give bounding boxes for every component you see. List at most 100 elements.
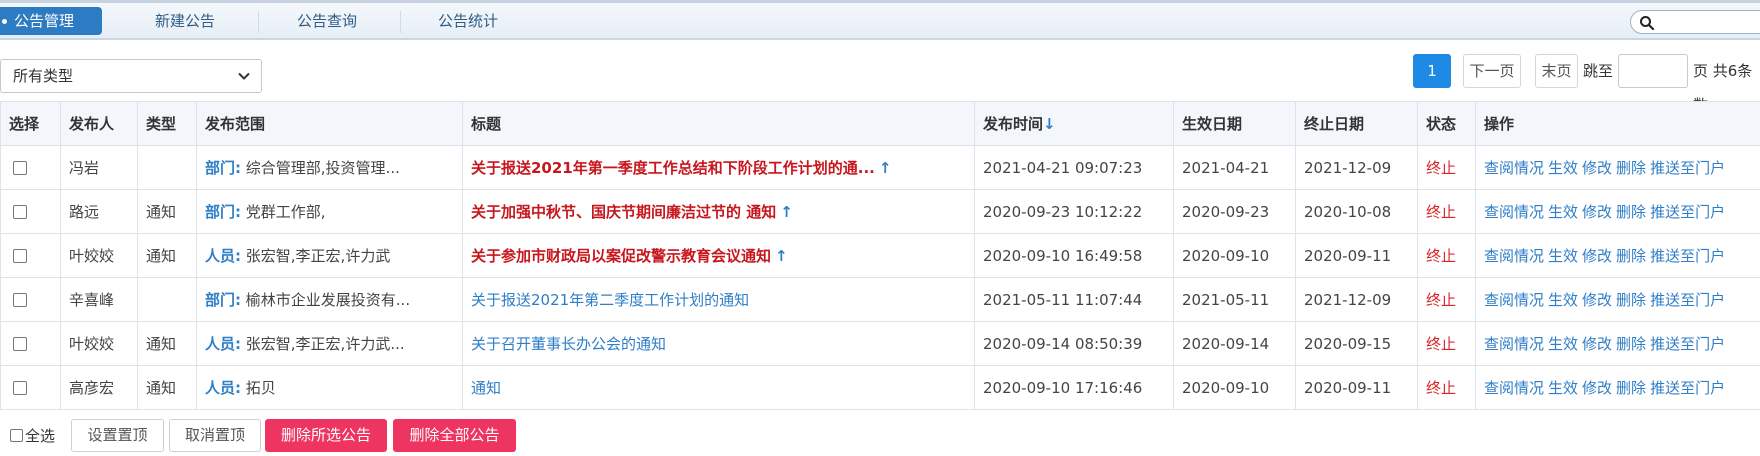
push-to-portal-link[interactable]: 推送至门户 bbox=[1650, 203, 1725, 221]
view-status-link[interactable]: 查阅情况 bbox=[1484, 379, 1544, 397]
tab-label: 公告统计 bbox=[438, 12, 499, 30]
activate-link[interactable]: 生效 bbox=[1548, 291, 1578, 309]
type-filter-select[interactable]: 所有类型 bbox=[0, 59, 262, 93]
row-checkbox[interactable] bbox=[13, 293, 27, 307]
row-select-cell bbox=[0, 233, 61, 278]
delete-link[interactable]: 删除 bbox=[1616, 247, 1646, 265]
title-link[interactable]: 关于召开董事长办公会的通知 bbox=[471, 335, 666, 353]
next-page-button[interactable]: 下一页 bbox=[1463, 54, 1521, 88]
jump-page-input[interactable] bbox=[1618, 54, 1688, 88]
checkbox-icon[interactable] bbox=[10, 429, 23, 442]
col-header-scope: 发布范围 bbox=[196, 101, 463, 146]
scope-value: 拓贝 bbox=[245, 379, 276, 397]
search-input[interactable] bbox=[1630, 10, 1760, 34]
tab-announcement-query[interactable]: 公告查询 bbox=[297, 7, 357, 35]
delete-link[interactable]: 删除 bbox=[1616, 335, 1646, 353]
scope-key-label: 人员: bbox=[205, 247, 241, 265]
row-select-cell bbox=[0, 189, 61, 234]
row-checkbox[interactable] bbox=[13, 337, 27, 351]
select-all-checkbox[interactable]: 全选 bbox=[10, 425, 55, 446]
effective-date-cell: 2020-09-10 bbox=[1173, 233, 1296, 278]
type-cell bbox=[137, 145, 197, 190]
tab-announcement-management[interactable]: 公告管理 bbox=[0, 7, 102, 35]
delete-link[interactable]: 删除 bbox=[1616, 159, 1646, 177]
col-header-select: 选择 bbox=[0, 101, 61, 146]
publisher-cell: 冯岩 bbox=[60, 145, 138, 190]
title-link[interactable]: 通知 bbox=[471, 379, 501, 397]
view-status-link[interactable]: 查阅情况 bbox=[1484, 203, 1544, 221]
push-to-portal-link[interactable]: 推送至门户 bbox=[1650, 379, 1725, 397]
view-status-link[interactable]: 查阅情况 bbox=[1484, 291, 1544, 309]
publish-time-cell: 2021-05-11 11:07:44 bbox=[974, 277, 1174, 322]
set-top-button[interactable]: 设置置顶 bbox=[71, 419, 164, 452]
activate-link[interactable]: 生效 bbox=[1548, 335, 1578, 353]
cancel-top-button[interactable]: 取消置顶 bbox=[169, 419, 261, 452]
row-select-cell bbox=[0, 365, 61, 410]
sort-down-icon[interactable]: ↓ bbox=[1043, 115, 1056, 133]
scope-cell: 人员: 张宏智,李正宏,许力武... bbox=[196, 321, 463, 366]
effective-date-cell: 2020-09-14 bbox=[1173, 321, 1296, 366]
title-link[interactable]: 关于报送2021年第一季度工作总结和下阶段工作计划的通... bbox=[471, 159, 875, 177]
end-date-cell: 2020-10-08 bbox=[1295, 189, 1418, 234]
tab-divider bbox=[400, 11, 401, 33]
tab-new-announcement[interactable]: 新建公告 bbox=[155, 7, 215, 35]
title-link[interactable]: 关于参加市财政局以案促改警示教育会议通知 bbox=[471, 247, 771, 265]
edit-link[interactable]: 修改 bbox=[1582, 247, 1612, 265]
view-status-link[interactable]: 查阅情况 bbox=[1484, 247, 1544, 265]
edit-link[interactable]: 修改 bbox=[1582, 379, 1612, 397]
status-cell: 终止 bbox=[1417, 365, 1476, 410]
view-status-link[interactable]: 查阅情况 bbox=[1484, 159, 1544, 177]
table-row: 叶姣姣 通知 人员: 张宏智,李正宏,许力武... 关于召开董事长办公会的通知 2020… bbox=[0, 321, 1760, 366]
activate-link[interactable]: 生效 bbox=[1548, 159, 1578, 177]
publisher-cell: 高彦宏 bbox=[60, 365, 138, 410]
row-checkbox[interactable] bbox=[13, 205, 27, 219]
edit-link[interactable]: 修改 bbox=[1582, 159, 1612, 177]
col-header-publisher: 发布人 bbox=[60, 101, 138, 146]
edit-link[interactable]: 修改 bbox=[1582, 335, 1612, 353]
pin-up-icon[interactable]: ↑ bbox=[775, 247, 788, 265]
col-header-effective-date: 生效日期 bbox=[1173, 101, 1296, 146]
title-link[interactable]: 关于加强中秋节、国庆节期间廉洁过节的 通知 bbox=[471, 203, 776, 221]
type-cell bbox=[137, 277, 197, 322]
push-to-portal-link[interactable]: 推送至门户 bbox=[1650, 247, 1725, 265]
effective-date-cell: 2021-05-11 bbox=[1173, 277, 1296, 322]
title-cell: 关于召开董事长办公会的通知 bbox=[462, 321, 975, 366]
end-date-cell: 2020-09-11 bbox=[1295, 233, 1418, 278]
actions-cell: 查阅情况 生效 修改 删除 推送至门户 bbox=[1475, 321, 1760, 366]
publisher-cell: 路远 bbox=[60, 189, 138, 234]
activate-link[interactable]: 生效 bbox=[1548, 379, 1578, 397]
scope-cell: 人员: 张宏智,李正宏,许力武 bbox=[196, 233, 463, 278]
effective-date-cell: 2020-09-23 bbox=[1173, 189, 1296, 234]
tab-announcement-stats[interactable]: 公告统计 bbox=[438, 7, 498, 35]
activate-link[interactable]: 生效 bbox=[1548, 203, 1578, 221]
delete-link[interactable]: 删除 bbox=[1616, 291, 1646, 309]
announcement-table: 选择 发布人 类型 发布范围 标题 发布时间↓ 生效日期 终止日期 状态 操作 … bbox=[0, 101, 1760, 410]
edit-link[interactable]: 修改 bbox=[1582, 203, 1612, 221]
page-1-button[interactable]: 1 bbox=[1413, 54, 1451, 88]
col-header-publish-time[interactable]: 发布时间↓ bbox=[974, 101, 1174, 146]
pin-up-icon[interactable]: ↑ bbox=[780, 203, 793, 221]
push-to-portal-link[interactable]: 推送至门户 bbox=[1650, 291, 1725, 309]
row-select-cell bbox=[0, 145, 61, 190]
active-dot-icon bbox=[2, 19, 7, 24]
last-page-button[interactable]: 末页 bbox=[1535, 54, 1578, 88]
search-icon[interactable] bbox=[1639, 15, 1655, 31]
activate-link[interactable]: 生效 bbox=[1548, 247, 1578, 265]
publish-time-cell: 2020-09-14 08:50:39 bbox=[974, 321, 1174, 366]
pin-up-icon[interactable]: ↑ bbox=[879, 159, 892, 177]
row-checkbox[interactable] bbox=[13, 161, 27, 175]
edit-link[interactable]: 修改 bbox=[1582, 291, 1612, 309]
delete-selected-button[interactable]: 删除所选公告 bbox=[265, 419, 387, 452]
title-link[interactable]: 关于报送2021年第二季度工作计划的通知 bbox=[471, 291, 749, 309]
end-date-cell: 2021-12-09 bbox=[1295, 145, 1418, 190]
push-to-portal-link[interactable]: 推送至门户 bbox=[1650, 159, 1725, 177]
publish-time-cell: 2020-09-23 10:12:22 bbox=[974, 189, 1174, 234]
delete-link[interactable]: 删除 bbox=[1616, 203, 1646, 221]
delete-link[interactable]: 删除 bbox=[1616, 379, 1646, 397]
row-checkbox[interactable] bbox=[13, 249, 27, 263]
view-status-link[interactable]: 查阅情况 bbox=[1484, 335, 1544, 353]
delete-all-button[interactable]: 删除全部公告 bbox=[393, 419, 516, 452]
row-checkbox[interactable] bbox=[13, 381, 27, 395]
col-header-type: 类型 bbox=[137, 101, 197, 146]
push-to-portal-link[interactable]: 推送至门户 bbox=[1650, 335, 1725, 353]
